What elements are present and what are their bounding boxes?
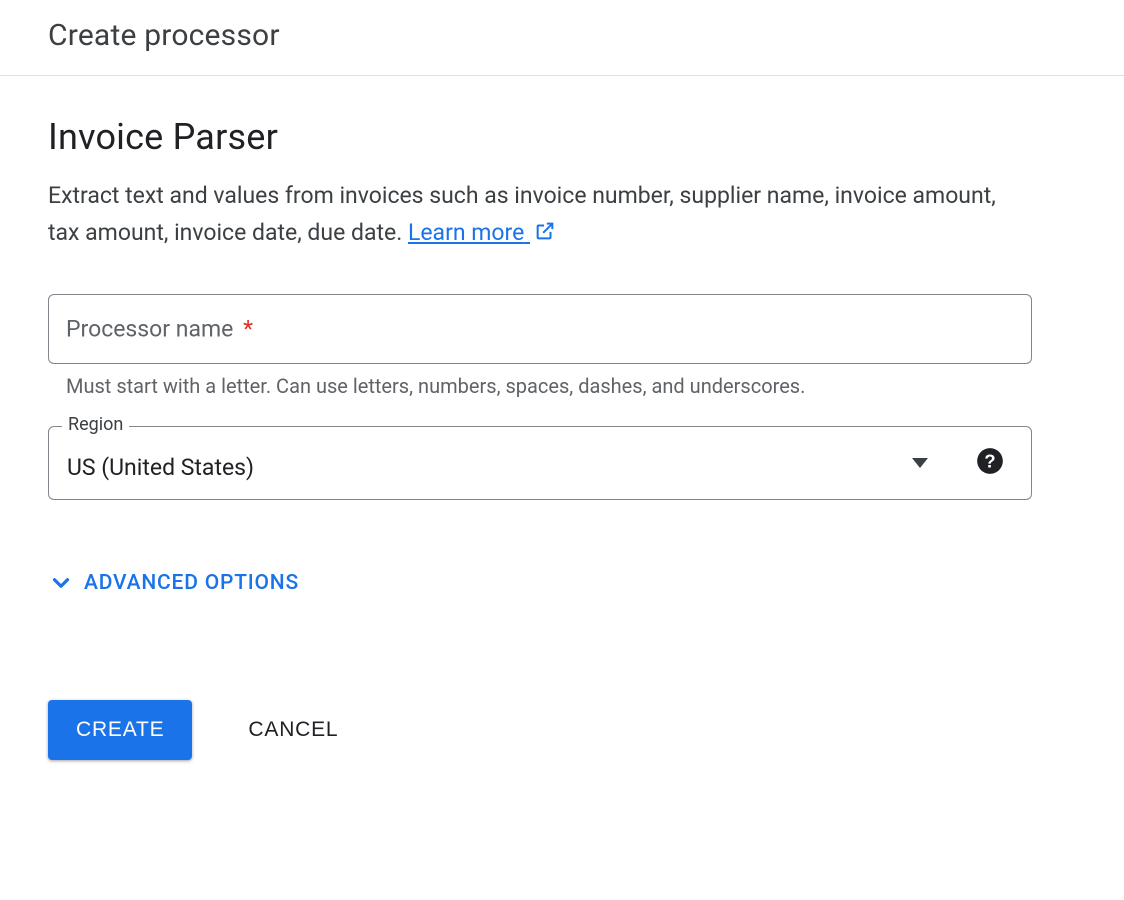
advanced-options-label: ADVANCED OPTIONS — [84, 571, 299, 595]
region-selected-value: US (United States) — [67, 454, 254, 481]
content: Invoice Parser Extract text and values f… — [0, 76, 1080, 820]
create-button[interactable]: CREATE — [48, 700, 192, 760]
page-header: Create processor — [0, 0, 1124, 76]
advanced-options-toggle[interactable]: ADVANCED OPTIONS — [48, 570, 299, 596]
processor-name-field: Processor name * — [48, 294, 1032, 364]
learn-more-link[interactable]: Learn more — [408, 219, 556, 246]
svg-text:?: ? — [984, 450, 995, 471]
page: Create processor Invoice Parser Extract … — [0, 0, 1124, 900]
region-select[interactable]: US (United States) — [48, 426, 1032, 500]
chevron-down-icon — [48, 570, 74, 596]
external-link-icon — [534, 217, 556, 254]
region-label: Region — [62, 414, 129, 435]
region-help-button[interactable]: ? — [976, 447, 1004, 479]
page-title: Create processor — [48, 18, 1076, 53]
region-field: Region US (United States) ? — [48, 426, 1032, 500]
action-bar: CREATE CANCEL — [48, 700, 1032, 760]
section-description: Extract text and values from invoices su… — [48, 178, 1032, 254]
cancel-button[interactable]: CANCEL — [240, 700, 346, 760]
learn-more-text: Learn more — [408, 219, 524, 246]
processor-name-input[interactable] — [48, 294, 1032, 364]
section-heading: Invoice Parser — [48, 116, 1032, 158]
help-icon: ? — [976, 447, 1004, 475]
processor-name-helper: Must start with a letter. Can use letter… — [66, 374, 1028, 398]
